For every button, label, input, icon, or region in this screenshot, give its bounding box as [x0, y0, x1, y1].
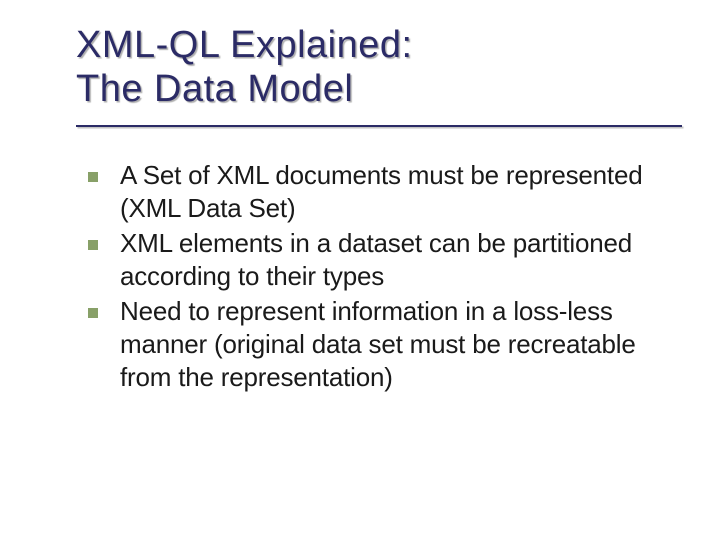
bullet-text: Need to represent information in a loss-…	[120, 295, 676, 394]
list-item: A Set of XML documents must be represent…	[88, 159, 676, 225]
square-bullet-icon	[88, 172, 98, 182]
list-item: XML elements in a dataset can be partiti…	[88, 227, 676, 293]
square-bullet-icon	[88, 240, 98, 250]
list-item: Need to represent information in a loss-…	[88, 295, 676, 394]
title-underline	[76, 125, 682, 127]
body-list: A Set of XML documents must be represent…	[76, 149, 676, 394]
square-bullet-icon	[88, 308, 98, 318]
bullet-text: A Set of XML documents must be represent…	[120, 159, 676, 225]
title-block: XML-QL Explained: The Data Model	[76, 24, 676, 127]
slide: XML-QL Explained: The Data Model A Set o…	[0, 0, 720, 426]
title-line-1: XML-QL Explained:	[76, 24, 676, 68]
title-line-2: The Data Model	[76, 68, 676, 112]
bullet-text: XML elements in a dataset can be partiti…	[120, 227, 676, 293]
